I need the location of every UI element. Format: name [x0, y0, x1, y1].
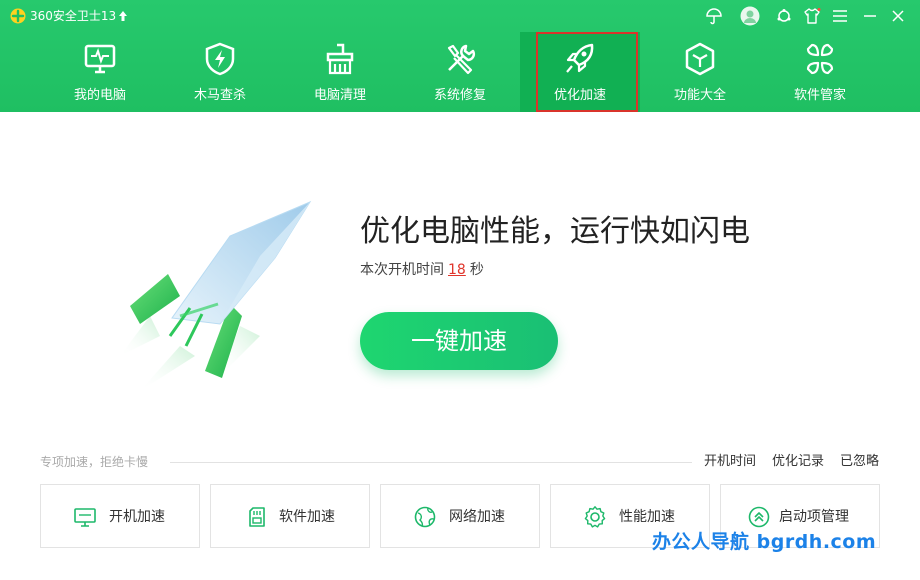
nav-label: 软件管家: [793, 88, 846, 103]
nav-label: 电脑清理: [313, 88, 366, 103]
nav-software-manager[interactable]: 软件管家: [760, 32, 880, 112]
monitor-icon: [74, 508, 96, 527]
hero-title: 优化电脑性能，运行快如闪电: [360, 214, 750, 249]
chevron-up-circle-icon: [748, 506, 770, 528]
card-label: 软件加速: [279, 509, 335, 525]
nav-trojan-scan[interactable]: 木马查杀: [160, 32, 280, 112]
rocket-icon: [566, 43, 594, 73]
nav-cleanup[interactable]: 电脑清理: [280, 32, 400, 112]
nav-label: 优化加速: [553, 88, 606, 103]
one-click-speedup-button[interactable]: 一键加速: [360, 312, 558, 370]
nav-system-repair[interactable]: 系统修复: [400, 32, 520, 112]
boot-time-label: 本次开机时间: [360, 262, 444, 278]
gear-icon: [584, 506, 606, 528]
boot-time-unit: 秒: [469, 262, 484, 278]
card-label: 性能加速: [619, 509, 675, 525]
avatar[interactable]: [738, 5, 762, 27]
card-label: 启动项管理: [779, 509, 849, 525]
boot-time-link[interactable]: 开机时间: [704, 454, 756, 470]
cube-icon: [685, 42, 715, 76]
shirt-icon[interactable]: [800, 5, 824, 27]
nav-optimize-speedup[interactable]: 优化加速: [520, 32, 640, 112]
nav-label: 系统修复: [433, 88, 486, 103]
nav-label: 我的电脑: [73, 88, 126, 103]
upgrade-icon[interactable]: [116, 8, 130, 24]
menu-icon[interactable]: [828, 5, 852, 27]
wrench-screwdriver-icon: [447, 44, 476, 75]
title-bar: 360安全卫士13: [0, 0, 920, 32]
card-software-speedup[interactable]: 软件加速: [210, 484, 370, 548]
main-nav: 我的电脑 木马查杀 电脑清理 系统修复 优化加速 功能大全 软件管家: [40, 32, 880, 112]
app-grid-icon: [806, 43, 834, 75]
umbrella-icon[interactable]: [702, 5, 726, 27]
header: 360安全卫士13 我的电脑 木马查杀 电脑清理 系统修复 优化加速 功能大全 …: [0, 0, 920, 112]
globe-icon: [414, 506, 436, 528]
minimize-icon[interactable]: [858, 5, 882, 27]
app-title: 360安全卫士13: [30, 9, 117, 23]
card-boot-speedup[interactable]: 开机加速: [40, 484, 200, 548]
app-window: 360安全卫士13 我的电脑 木马查杀 电脑清理 系统修复 优化加速 功能大全 …: [0, 0, 920, 580]
monitor-icon: [84, 44, 116, 74]
shield-bolt-icon: [205, 42, 235, 76]
boot-time-seconds[interactable]: 18: [448, 262, 466, 278]
sd-card-icon: [249, 507, 265, 527]
ignored-link[interactable]: 已忽略: [840, 454, 879, 470]
rocket-illustration: [120, 200, 312, 391]
broom-icon: [326, 43, 354, 75]
close-icon[interactable]: [886, 5, 910, 27]
optimize-history-link[interactable]: 优化记录: [772, 454, 824, 470]
section-label: 专项加速，拒绝卡慢: [40, 455, 149, 469]
watermark: 办公人导航 bgrdh.com: [652, 531, 877, 553]
section-divider: [170, 462, 692, 463]
boot-time-line: 本次开机时间 18 秒: [360, 260, 484, 280]
nav-label: 木马查杀: [193, 88, 246, 103]
nav-label: 功能大全: [673, 88, 726, 103]
360-logo-icon: [10, 8, 26, 24]
nav-my-computer[interactable]: 我的电脑: [40, 32, 160, 112]
nav-all-features[interactable]: 功能大全: [640, 32, 760, 112]
card-network-speedup[interactable]: 网络加速: [380, 484, 540, 548]
card-label: 网络加速: [449, 509, 505, 525]
skin-icon[interactable]: [772, 5, 796, 27]
card-label: 开机加速: [109, 509, 165, 525]
